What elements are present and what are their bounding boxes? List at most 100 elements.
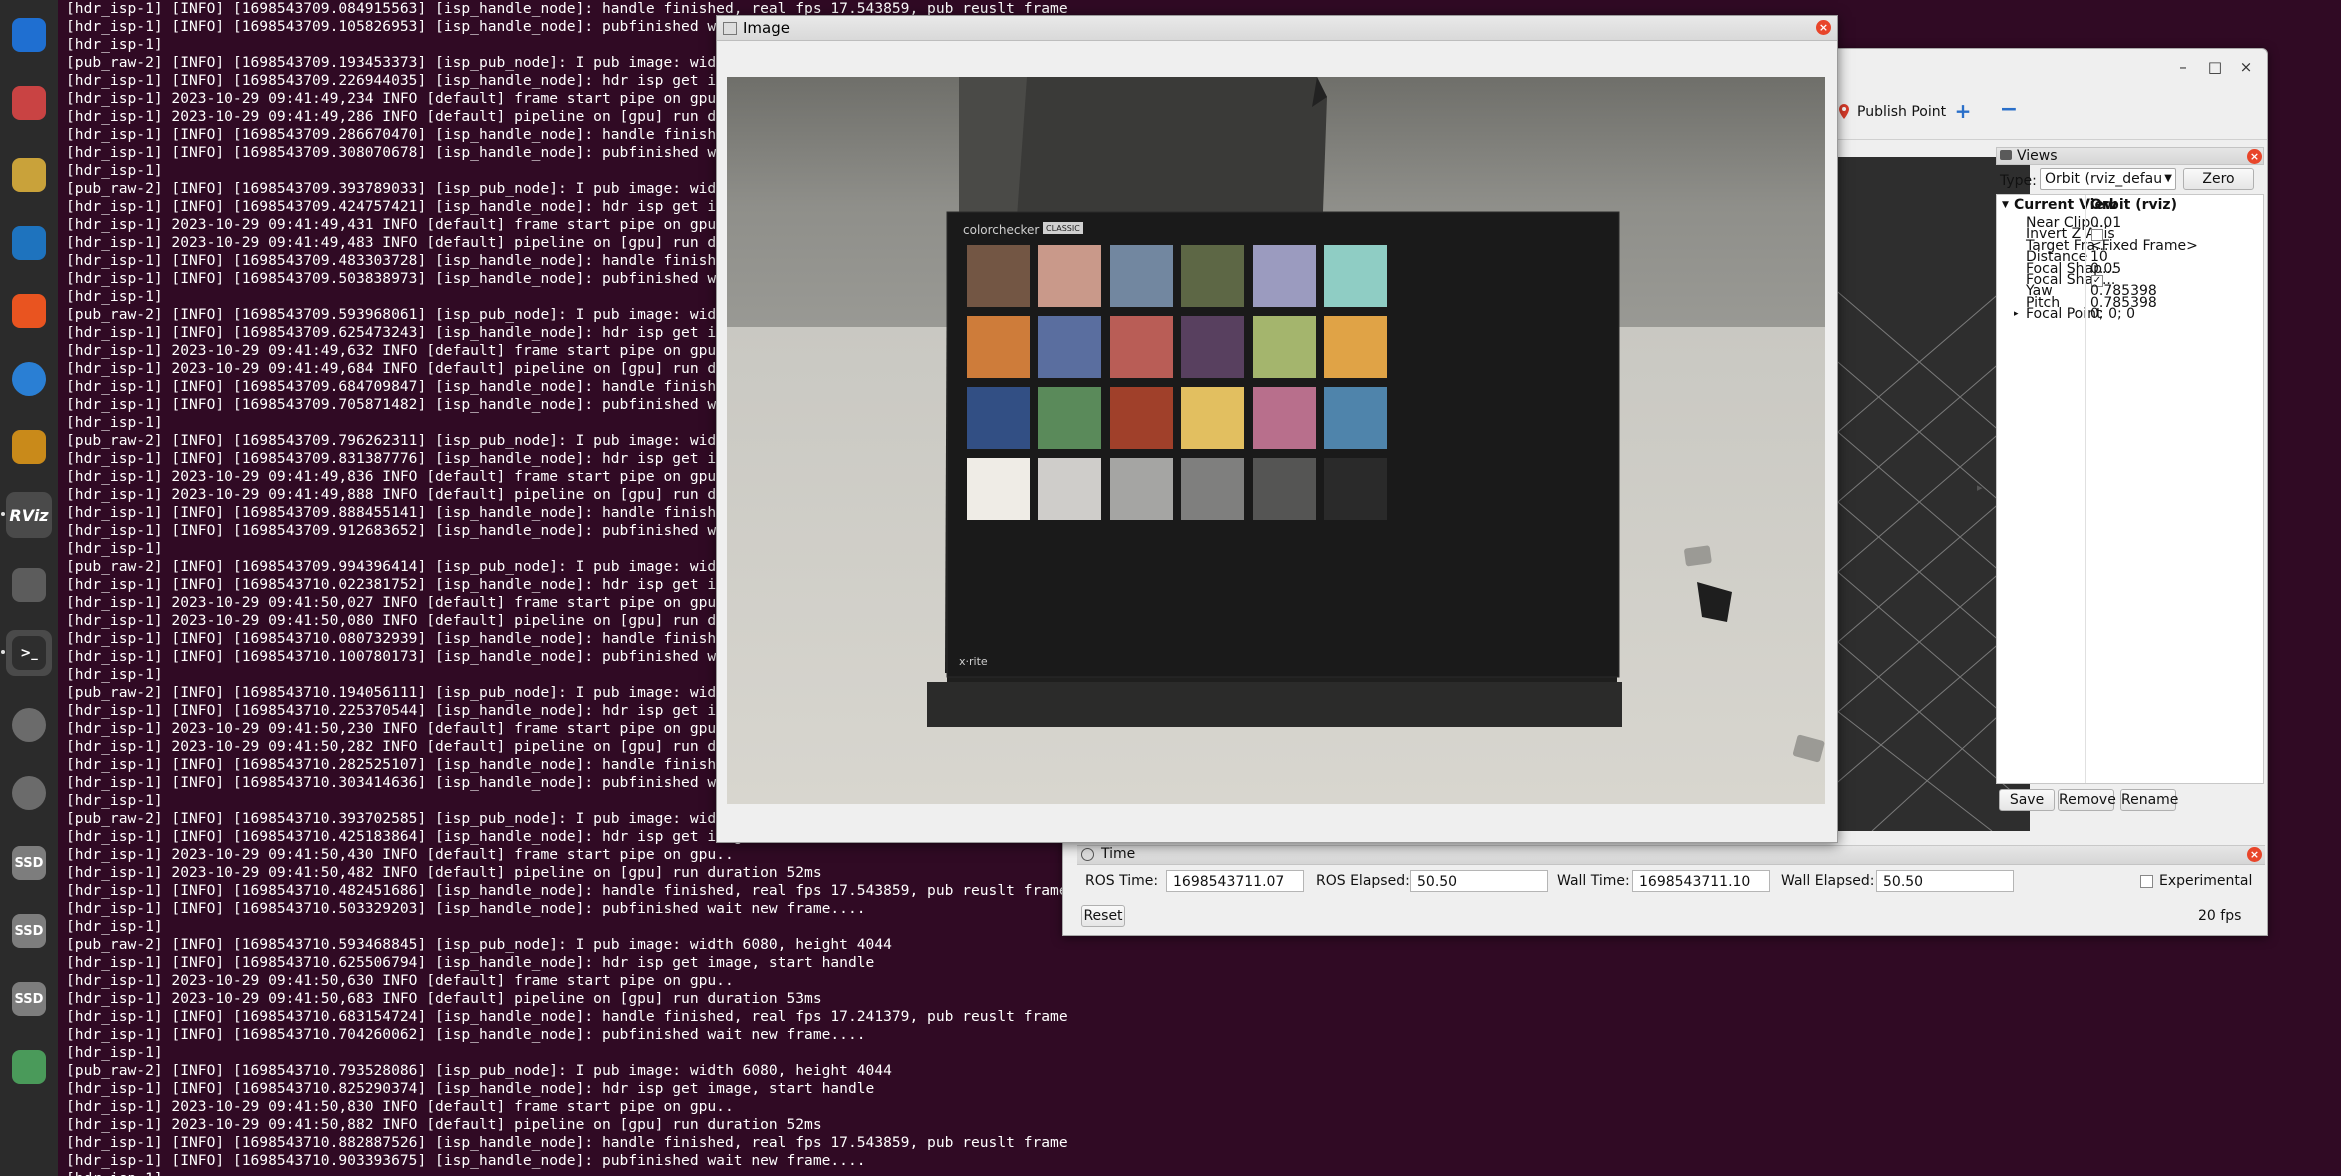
color-swatch: [1324, 316, 1387, 378]
software-center-glyph: [12, 294, 46, 328]
color-swatch: [1110, 316, 1173, 378]
color-swatch: [1038, 458, 1101, 520]
experimental-label: Experimental: [2159, 873, 2253, 889]
color-swatch: [1110, 245, 1173, 307]
time-close-icon[interactable]: ×: [2247, 847, 2262, 862]
clock-icon: [1081, 848, 1094, 861]
view-type-value: Orbit (rviz_defau: [2045, 171, 2163, 187]
update-manager-icon[interactable]: [6, 562, 52, 608]
remove-tool-icon[interactable]: −: [1999, 99, 2019, 121]
ssd-drive-1-glyph: SSD: [12, 846, 46, 880]
color-swatch: [1038, 316, 1101, 378]
time-title: Time: [1101, 846, 1136, 862]
files-glyph: [12, 86, 46, 120]
image-window-title: Image: [743, 19, 790, 37]
wall-elapsed-label: Wall Elapsed:: [1781, 873, 1875, 889]
disc-icon-2[interactable]: [6, 770, 52, 816]
ros-elapsed-field[interactable]: 50.50: [1410, 870, 1548, 892]
terminal-line: [hdr_isp-1] [INFO] [1698543710.625506794…: [66, 954, 875, 971]
camera-image: colorchecker CLASSIC x·rite: [727, 77, 1825, 804]
close-button[interactable]: ×: [2236, 57, 2256, 77]
color-swatch: [1181, 387, 1244, 449]
ros-elapsed-label: ROS Elapsed:: [1316, 873, 1410, 889]
ssd-drive-icon-2[interactable]: SSD: [6, 908, 52, 954]
color-swatch: [1324, 458, 1387, 520]
publish-point-tool[interactable]: Publish Point: [1837, 90, 1946, 134]
rviz-icon[interactable]: RViz: [1, 492, 52, 538]
help-icon[interactable]: [6, 356, 52, 402]
color-swatch: [1253, 458, 1316, 520]
terminal-line: [hdr_isp-1]: [66, 1044, 163, 1061]
views-panel-icon: [2000, 150, 2012, 160]
reset-button[interactable]: Reset: [1081, 905, 1125, 927]
terminal-line: [hdr_isp-1] 2023-10-29 09:41:50,882 INFO…: [66, 1116, 822, 1133]
save-button[interactable]: Save: [1999, 789, 2055, 811]
ssd-drive-icon-1[interactable]: SSD: [6, 840, 52, 886]
color-swatch: [1181, 458, 1244, 520]
remove-button[interactable]: Remove: [2058, 789, 2116, 811]
running-indicator: [1, 512, 5, 516]
ros-time-field[interactable]: 1698543711.07: [1166, 870, 1304, 892]
terminal-line: [hdr_isp-1] [INFO] [1698543710.704260062…: [66, 1026, 866, 1043]
rhythmbox-glyph: [12, 158, 46, 192]
view-type-select[interactable]: Orbit (rviz_defau ▼: [2040, 168, 2176, 190]
thunderbird-icon[interactable]: [6, 12, 52, 58]
ssd-drive-2-glyph: SSD: [12, 914, 46, 948]
experimental-checkbox[interactable]: [2140, 875, 2153, 888]
terminal-line: [hdr_isp-1] [INFO] [1698543710.683154724…: [66, 1008, 1068, 1025]
writer-icon[interactable]: [6, 220, 52, 266]
views-close-icon[interactable]: ×: [2247, 149, 2262, 164]
color-swatch: [1110, 387, 1173, 449]
microscope-app-glyph: [12, 430, 46, 464]
thunderbird-glyph: [12, 18, 46, 52]
files-icon[interactable]: [6, 80, 52, 126]
add-tool-icon[interactable]: +: [1953, 101, 1973, 121]
expand-arrow-icon[interactable]: ▸: [2014, 306, 2019, 323]
xrite-logo-text: x·rite: [959, 655, 988, 668]
running-indicator: [1, 650, 5, 654]
color-swatch: [1181, 245, 1244, 307]
rename-button[interactable]: Rename: [2120, 789, 2178, 811]
property-value[interactable]: 0; 0; 0: [2090, 306, 2135, 323]
column-divider[interactable]: [2085, 195, 2086, 783]
current-view-value: Orbit (rviz): [2090, 197, 2177, 213]
disc-icon-1[interactable]: [6, 702, 52, 748]
terminal-line: [hdr_isp-1] [INFO] [1698543710.903393675…: [66, 1152, 866, 1169]
terminal-line: [hdr_isp-1] 2023-10-29 09:41:50,683 INFO…: [66, 990, 822, 1007]
color-swatch: [967, 458, 1030, 520]
trash-icon[interactable]: [6, 1044, 52, 1090]
camera-image-scene: colorchecker CLASSIC x·rite: [727, 77, 1825, 804]
color-swatch: [1324, 245, 1387, 307]
terminal-line: [pub_raw-2] [INFO] [1698543710.793528086…: [66, 1062, 892, 1079]
minimize-button[interactable]: –: [2173, 57, 2193, 77]
expand-arrow-icon: ▼: [2002, 200, 2009, 210]
image-window-close-icon[interactable]: ×: [1816, 20, 1831, 35]
wall-elapsed-field[interactable]: 50.50: [1876, 870, 2014, 892]
software-center-icon[interactable]: [6, 288, 52, 334]
color-swatch: [1110, 458, 1173, 520]
color-swatch: [1253, 316, 1316, 378]
color-swatch: [967, 387, 1030, 449]
disc-2-glyph: [12, 776, 46, 810]
terminal-glyph: >_: [12, 636, 46, 670]
trash-glyph: [12, 1050, 46, 1084]
map-pin-icon: [1839, 104, 1849, 119]
wall-time-field[interactable]: 1698543711.10: [1632, 870, 1770, 892]
views-title: Views: [2017, 148, 2058, 164]
ssd-drive-icon-3[interactable]: SSD: [6, 976, 52, 1022]
rhythmbox-icon[interactable]: [6, 152, 52, 198]
ros-time-label: ROS Time:: [1085, 873, 1159, 889]
zero-button[interactable]: Zero: [2183, 168, 2254, 190]
colorchecker-classic-badge: CLASSIC: [1046, 224, 1080, 233]
image-window-titlebar[interactable]: Image ×: [717, 16, 1837, 41]
terminal-icon[interactable]: >_: [1, 630, 52, 676]
color-swatch: [1038, 387, 1101, 449]
maximize-button[interactable]: □: [2205, 57, 2225, 77]
collapse-panel-handle[interactable]: ▸: [1977, 481, 1987, 501]
image-window: Image × colorchecker CLASSIC x·rite: [716, 15, 1838, 843]
disc-1-glyph: [12, 708, 46, 742]
properties-tree[interactable]: ▼ Current View Orbit (rviz) Near Clip ..…: [1996, 194, 2264, 784]
help-glyph: [12, 362, 46, 396]
terminal-line: [hdr_isp-1] 2023-10-29 09:41:50,830 INFO…: [66, 1098, 734, 1115]
microscope-app-icon[interactable]: [6, 424, 52, 470]
